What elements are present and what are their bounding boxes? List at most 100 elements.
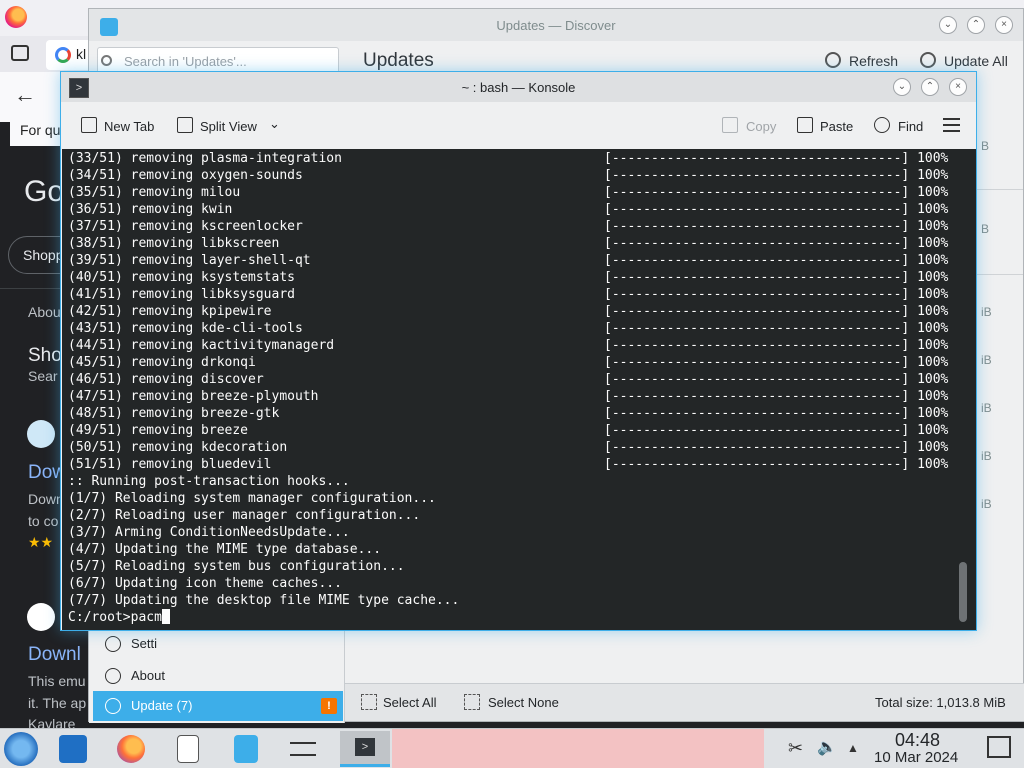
result-snippet: This emu <box>28 673 86 689</box>
terminal-line: (4/7) Updating the MIME type database... <box>68 542 382 557</box>
scrollbar-thumb[interactable] <box>959 562 967 622</box>
terminal-line: (49/51) removing breeze <box>68 423 249 438</box>
paste-button[interactable]: Paste <box>820 119 853 134</box>
back-arrow-icon[interactable]: ← <box>14 84 36 106</box>
result-link[interactable]: Downl <box>28 644 81 666</box>
close-button[interactable]: × <box>995 16 1013 34</box>
result-heading[interactable]: Sho <box>28 345 62 367</box>
terminal-output[interactable]: (33/51) removing plasma-integration [----… <box>62 149 976 630</box>
update-all-button[interactable]: Update All <box>944 53 1008 69</box>
settings-icon <box>105 636 121 652</box>
firefox-launcher-icon[interactable] <box>117 735 145 763</box>
update-icon <box>105 698 121 714</box>
new-tab-button[interactable]: New Tab <box>104 119 154 134</box>
terminal-line: (37/51) removing kscreenlocker <box>68 219 303 234</box>
terminal-progress-bar: [-------------------------------------] … <box>604 457 949 472</box>
minimize-button[interactable]: ⌄ <box>939 16 957 34</box>
terminal-line: (42/51) removing kpipewire <box>68 304 272 319</box>
terminal-line: (6/7) Updating icon theme caches... <box>68 576 342 591</box>
refresh-icon <box>825 52 841 68</box>
scissors-icon[interactable]: ✂ <box>788 739 806 757</box>
sidebar-item-settings[interactable]: Setti <box>93 629 343 659</box>
result-snippet: it. The ap <box>28 695 87 711</box>
chevron-down-icon[interactable]: ⌄ <box>269 116 280 132</box>
terminal-progress-bar: [-------------------------------------] … <box>604 372 949 387</box>
terminal-line: (45/51) removing drkonqi <box>68 355 256 370</box>
volume-icon[interactable]: 🔈 <box>817 739 837 757</box>
discover-bottom-bar: Select All Select None Total size: 1,013… <box>345 683 1024 721</box>
select-none-button[interactable]: Select None <box>488 695 559 710</box>
update-size: B <box>981 139 990 153</box>
terminal-line: (47/51) removing breeze-plymouth <box>68 389 319 404</box>
clock-date[interactable]: 10 Mar 2024 <box>874 749 958 766</box>
google-favicon-icon <box>55 47 71 63</box>
maximize-button[interactable]: ⌃ <box>967 16 985 34</box>
refresh-button[interactable]: Refresh <box>849 53 898 69</box>
terminal-line: :: Running post-transaction hooks... <box>68 474 350 489</box>
search-placeholder: Search in 'Updates'... <box>124 54 247 69</box>
new-tab-icon <box>81 117 97 133</box>
terminal-line: (3/7) Arming ConditionNeedsUpdate... <box>68 525 350 540</box>
minimize-button[interactable]: ⌄ <box>893 78 911 96</box>
terminal-scrollbar[interactable] <box>958 149 970 625</box>
close-button[interactable]: × <box>949 78 967 96</box>
select-all-button[interactable]: Select All <box>383 695 436 710</box>
sidebar-item-label: About <box>131 668 165 683</box>
paste-icon <box>797 117 813 133</box>
terminal-prompt[interactable]: C:/root>pacm <box>68 609 170 626</box>
update-size: iB <box>981 401 992 415</box>
konsole-title: ~ : bash — Konsole <box>461 80 576 95</box>
firefox-icon[interactable] <box>5 6 27 28</box>
result-site-icon <box>27 420 55 448</box>
discover-launcher-icon[interactable] <box>234 735 258 763</box>
tab-list-icon[interactable] <box>11 45 29 61</box>
text-editor-icon[interactable] <box>177 735 199 763</box>
terminal-line: (43/51) removing kde-cli-tools <box>68 321 303 336</box>
clock-time[interactable]: 04:48 <box>895 730 940 751</box>
result-site-icon <box>27 603 55 631</box>
show-desktop-icon[interactable] <box>987 736 1011 758</box>
info-icon <box>105 668 121 684</box>
sidebar-item-label: Update (7) <box>131 698 193 713</box>
rating-stars: ★★ <box>28 534 54 550</box>
terminal-line: (1/7) Reloading system manager configura… <box>68 491 436 506</box>
sidebar-item-update[interactable]: Update (7) ! <box>93 691 343 721</box>
browser-tab-title[interactable]: kl <box>76 46 86 62</box>
terminal-line: (2/7) Reloading user manager configurati… <box>68 508 421 523</box>
terminal-progress-bar: [-------------------------------------] … <box>604 304 949 319</box>
terminal-line: (39/51) removing layer-shell-qt <box>68 253 311 268</box>
terminal-progress-bar: [-------------------------------------] … <box>604 355 949 370</box>
terminal-progress-bar: [-------------------------------------] … <box>604 253 949 268</box>
terminal-line: (7/7) Updating the desktop file MIME typ… <box>68 593 460 608</box>
terminal-line: (5/7) Reloading system bus configuration… <box>68 559 405 574</box>
terminal-icon: > <box>355 738 375 756</box>
tray-expand-icon[interactable]: ▲ <box>847 739 865 757</box>
split-view-button[interactable]: Split View <box>200 119 257 134</box>
typed-command: pacm <box>130 610 162 625</box>
maximize-button[interactable]: ⌃ <box>921 78 939 96</box>
system-settings-icon[interactable] <box>290 742 316 756</box>
terminal-progress-bar: [-------------------------------------] … <box>604 389 949 404</box>
terminal-line: (36/51) removing kwin <box>68 202 233 217</box>
prompt-text: C:/root> <box>68 610 131 625</box>
update-size: iB <box>981 305 992 319</box>
terminal-progress-bar: [-------------------------------------] … <box>604 151 949 166</box>
select-none-icon <box>464 694 480 710</box>
about-results-text: Abou <box>28 304 61 320</box>
sidebar-item-about[interactable]: About <box>93 661 343 691</box>
copy-button[interactable]: Copy <box>746 119 776 134</box>
google-logo: Go <box>24 175 65 208</box>
hamburger-menu-icon[interactable] <box>943 118 960 132</box>
konsole-task-button[interactable]: > <box>340 731 390 767</box>
update-size: iB <box>981 497 992 511</box>
update-size: B <box>981 222 990 236</box>
total-size-text: Total size: 1,013.8 MiB <box>875 695 1006 710</box>
file-manager-icon[interactable] <box>59 735 87 763</box>
find-button[interactable]: Find <box>898 119 923 134</box>
terminal-progress-bar: [-------------------------------------] … <box>604 440 949 455</box>
terminal-progress-bar: [-------------------------------------] … <box>604 321 949 336</box>
discover-sidebar: Setti About Update (7) ! <box>89 629 345 723</box>
update-all-icon <box>920 52 936 68</box>
start-menu-icon[interactable] <box>4 732 38 766</box>
find-icon <box>874 117 890 133</box>
